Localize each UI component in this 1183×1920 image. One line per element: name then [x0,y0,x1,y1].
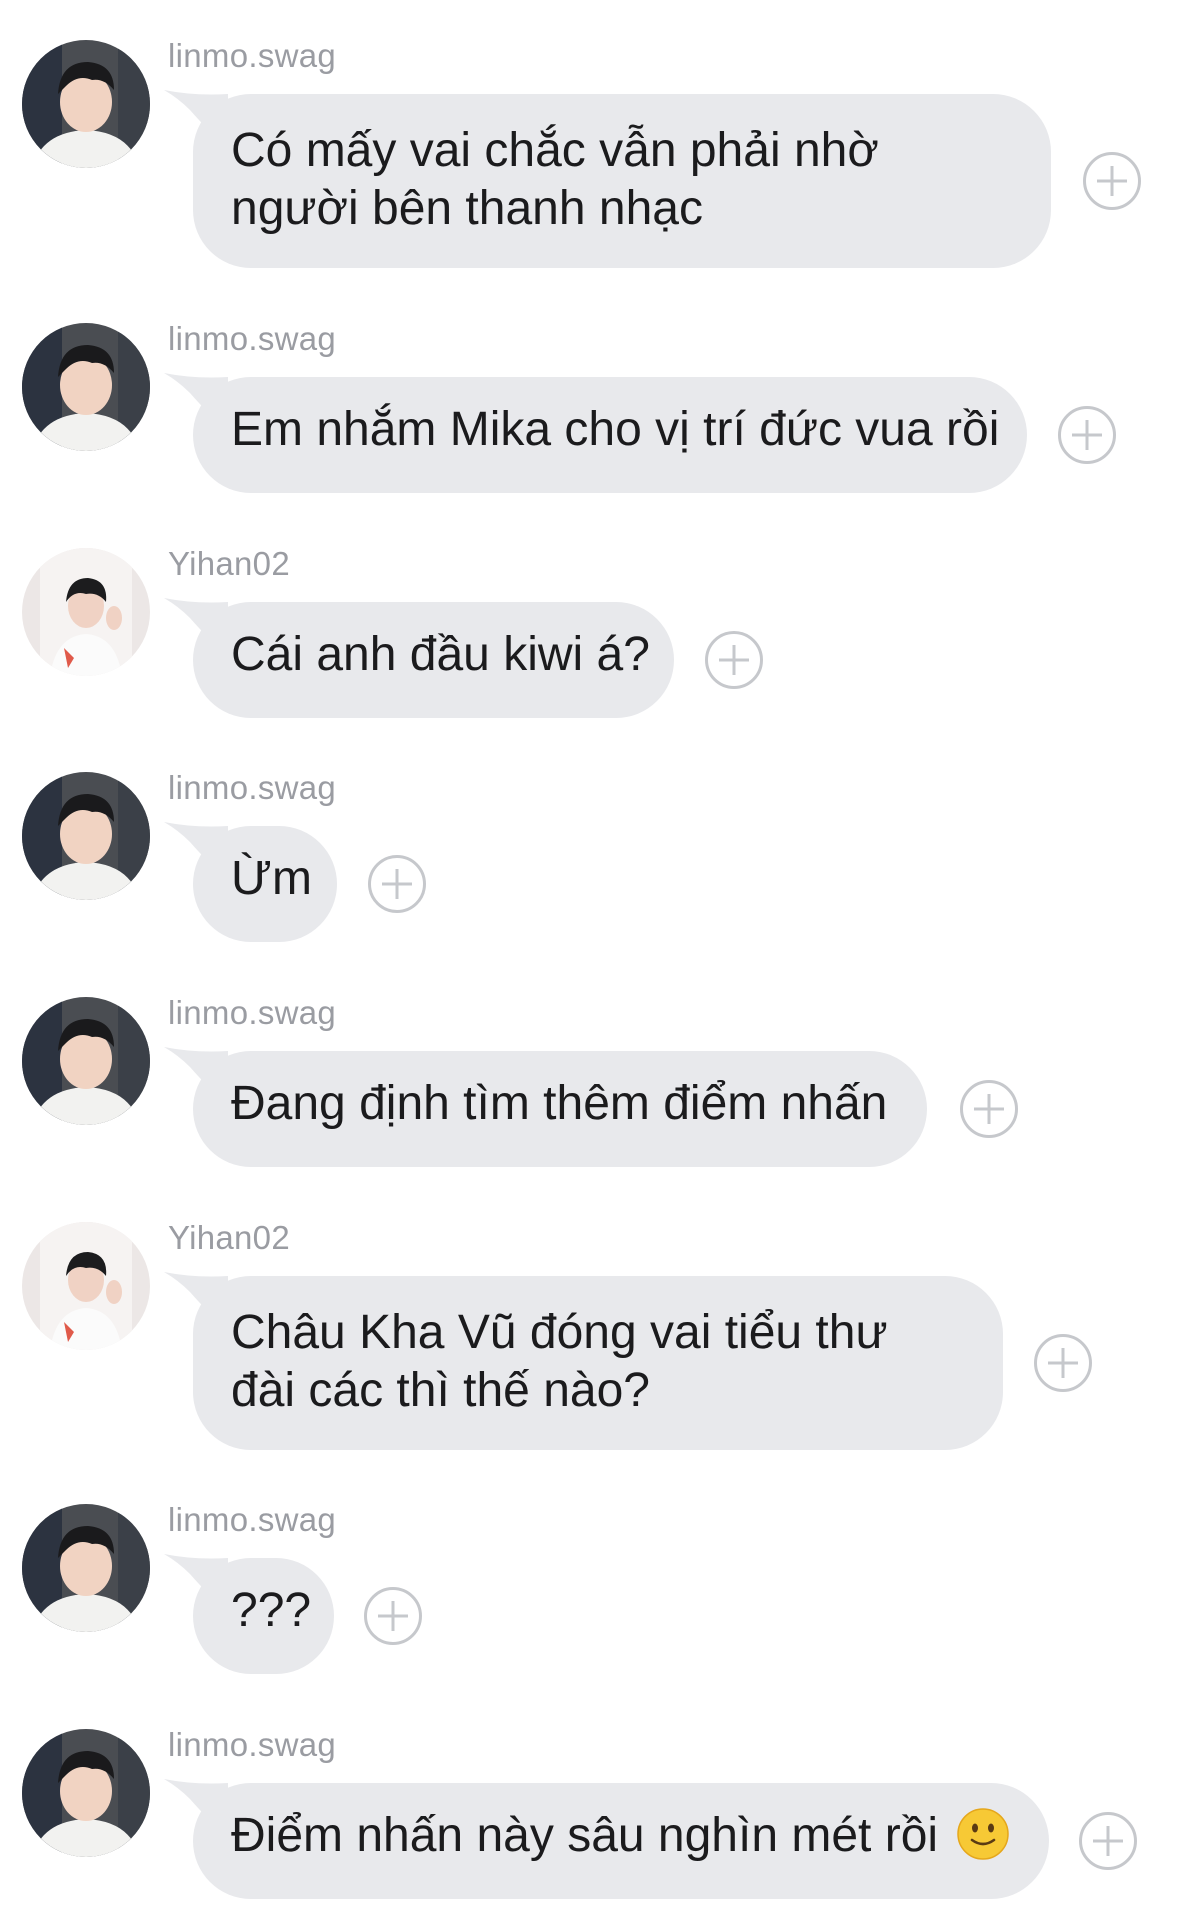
user-avatar[interactable] [22,997,150,1125]
linmo-avatar-image [22,323,150,451]
message-bubble[interactable]: Em nhắm Mika cho vị trí đức vua rồi [193,377,1027,493]
user-avatar[interactable] [22,1222,150,1350]
message-bubble[interactable]: Ừm [193,826,337,942]
message-row: Yihan02 Châu Kha Vũ đóng vai tiểu thư đà… [0,1219,1183,1452]
chat-thread: linmo.swag Có mấy vai chắc vẫn phải nhờ … [0,0,1183,1920]
add-reaction-icon[interactable] [705,631,763,689]
username: linmo.swag [168,1726,337,1763]
add-reaction-icon[interactable] [960,1080,1018,1138]
user-avatar[interactable] [22,1504,150,1632]
linmo-avatar-image [22,40,150,168]
add-reaction-icon[interactable] [368,855,426,913]
username: linmo.swag [168,769,337,806]
slightly-smiling-face-icon [957,1808,1010,1861]
add-reaction-icon[interactable] [1058,406,1116,464]
message-row: linmo.swag ??? [0,1501,1183,1674]
message-bubble[interactable]: Điểm nhấn này sâu nghìn mét rồi [193,1783,1049,1899]
username: linmo.swag [168,1501,337,1538]
message-row: Yihan02 Cái anh đầu kiwi á? [0,545,1183,718]
user-avatar[interactable] [22,548,150,676]
username: Yihan02 [168,545,290,582]
add-reaction-icon[interactable] [1083,152,1141,210]
message-bubble[interactable]: Đang định tìm thêm điểm nhấn [193,1051,927,1167]
yihan-avatar-image [22,548,150,676]
message-row: linmo.swag Điểm nhấn này sâu nghìn mét r… [0,1726,1183,1899]
username: Yihan02 [168,1219,290,1256]
message-text: Cái anh đầu kiwi á? [231,628,650,681]
yihan-avatar-image [22,1222,150,1350]
message-row: linmo.swag Đang định tìm thêm điểm nhấn [0,994,1183,1167]
message-text: Châu Kha Vũ đóng vai tiểu thư đài các th… [231,1306,888,1417]
message-text: ??? [231,1584,312,1637]
add-reaction-icon[interactable] [364,1587,422,1645]
linmo-avatar-image [22,997,150,1125]
user-avatar[interactable] [22,772,150,900]
message-row: linmo.swag Em nhắm Mika cho vị trí đức v… [0,320,1183,493]
linmo-avatar-image [22,772,150,900]
username: linmo.swag [168,994,337,1031]
message-text: Ừm [231,852,312,905]
add-reaction-icon[interactable] [1079,1812,1137,1870]
user-avatar[interactable] [22,1729,150,1857]
username: linmo.swag [168,320,337,357]
user-avatar[interactable] [22,40,150,168]
message-text: Có mấy vai chắc vẫn phải nhờ người bên t… [231,124,879,235]
message-bubble[interactable]: Châu Kha Vũ đóng vai tiểu thư đài các th… [193,1276,1003,1450]
message-row: linmo.swag Ừm [0,769,1183,942]
message-bubble[interactable]: Có mấy vai chắc vẫn phải nhờ người bên t… [193,94,1051,268]
message-text: Đang định tìm thêm điểm nhấn [231,1077,888,1130]
add-reaction-icon[interactable] [1034,1334,1092,1392]
message-text: Điểm nhấn này sâu nghìn mét rồi [231,1809,939,1862]
message-bubble[interactable]: Cái anh đầu kiwi á? [193,602,674,718]
message-bubble[interactable]: ??? [193,1558,334,1674]
message-row: linmo.swag Có mấy vai chắc vẫn phải nhờ … [0,37,1183,268]
user-avatar[interactable] [22,323,150,451]
linmo-avatar-image [22,1729,150,1857]
username: linmo.swag [168,37,337,74]
linmo-avatar-image [22,1504,150,1632]
message-text: Em nhắm Mika cho vị trí đức vua rồi [231,403,1000,456]
